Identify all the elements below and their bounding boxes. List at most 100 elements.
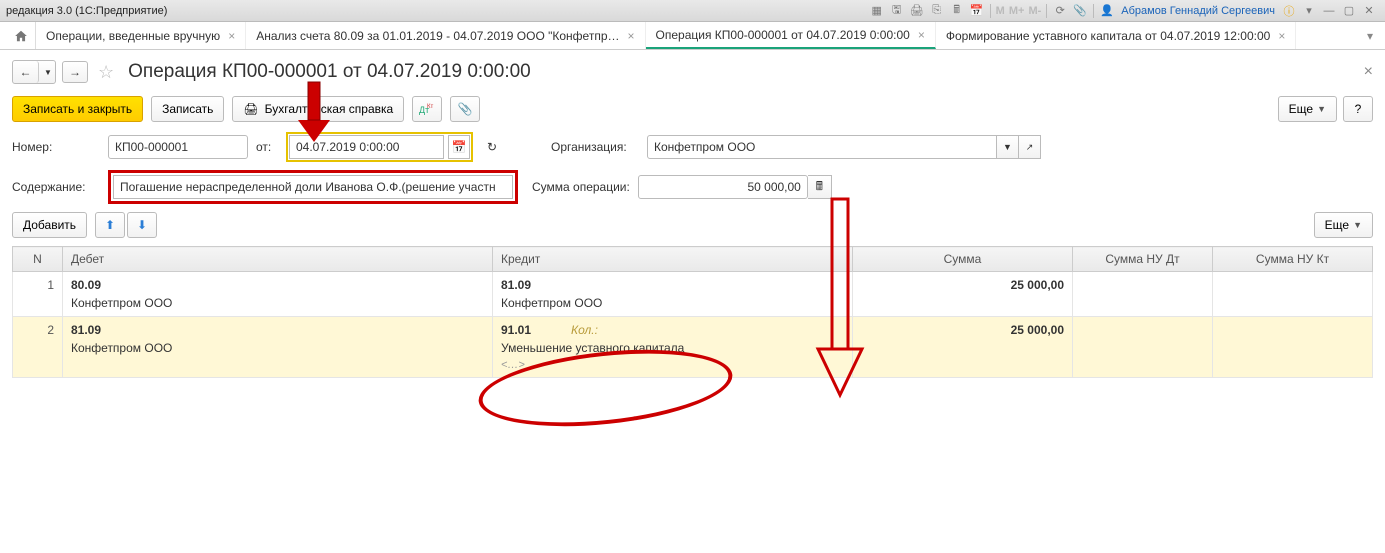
table-more-button[interactable]: Еще▼ <box>1314 212 1373 238</box>
more-button[interactable]: Еще ▼ <box>1278 96 1337 122</box>
sum-input[interactable]: 50 000,00 <box>638 175 808 199</box>
date-input[interactable]: 04.07.2019 0:00:00 <box>289 135 444 159</box>
debit-subconto: Конфетпром ООО <box>71 341 484 355</box>
dropdown-icon[interactable]: ▾ <box>1301 3 1317 19</box>
col-n[interactable]: N <box>13 247 63 272</box>
move-down-button[interactable]: ⬇ <box>127 212 157 238</box>
save-icon[interactable]: 🖫 <box>889 3 905 19</box>
calculator-icon[interactable]: 🖩 <box>949 3 965 19</box>
calculator-button[interactable]: 🖩 <box>808 175 832 199</box>
home-tab[interactable] <box>6 22 36 49</box>
nav-back-button[interactable]: ← <box>13 61 39 83</box>
reload-icon[interactable]: ⟳ <box>1052 3 1068 19</box>
save-and-close-button[interactable]: Записать и закрыть <box>12 96 143 122</box>
main-toolbar: Записать и закрыть Записать 🖨 Бухгалтерс… <box>12 96 1373 122</box>
table-toolbar: Добавить ⬆ ⬇ Еще▼ <box>12 212 1373 238</box>
col-credit[interactable]: Кредит <box>493 247 853 272</box>
save-button[interactable]: Записать <box>151 96 224 122</box>
accounting-report-button[interactable]: 🖨 Бухгалтерская справка <box>232 96 404 122</box>
tabs: Операции, введенные вручную × Анализ счет… <box>0 22 1385 50</box>
content-highlight: Погашение нераспределенной доли Иванова … <box>108 170 518 204</box>
move-up-button[interactable]: ⬆ <box>95 212 125 238</box>
entries-table: N Дебет Кредит Сумма Сумма НУ Дт Сумма Н… <box>12 246 1373 378</box>
calendar-icon[interactable]: 📅 <box>969 3 985 19</box>
attach-button[interactable]: 📎 <box>450 96 480 122</box>
info-icon[interactable]: ⓘ <box>1281 3 1297 19</box>
minimize-icon[interactable]: — <box>1321 3 1337 19</box>
svg-text:Кт: Кт <box>427 104 433 110</box>
maximize-icon[interactable]: ▢ <box>1341 3 1357 19</box>
tab-account-analysis[interactable]: Анализ счета 80.09 за 01.01.2019 - 04.07… <box>246 22 645 49</box>
col-sum-nu-dt[interactable]: Сумма НУ Дт <box>1073 247 1213 272</box>
table-row[interactable]: 2 81.09 Конфетпром ООО 91.01 Кол.: Умень… <box>13 317 1373 378</box>
date-refresh-button[interactable]: ↻ <box>481 135 503 159</box>
org-select[interactable]: Конфетпром ООО <box>647 135 997 159</box>
org-group: Организация: Конфетпром ООО ▼ ↗ <box>551 135 1041 159</box>
page-title: Операция КП00-000001 от 04.07.2019 0:00:… <box>128 61 531 83</box>
tab-label: Операции, введенные вручную <box>46 29 220 43</box>
add-row-button[interactable]: Добавить <box>12 212 87 238</box>
print-preview-icon[interactable]: ▦ <box>869 3 885 19</box>
current-user[interactable]: Абрамов Геннадий Сергеевич <box>1121 5 1275 17</box>
m-plus-button[interactable]: M+ <box>1009 5 1025 17</box>
close-tab-icon[interactable]: × <box>1278 29 1285 43</box>
close-tab-icon[interactable]: × <box>918 28 925 42</box>
m-minus-button[interactable]: M- <box>1028 5 1041 17</box>
org-open-button[interactable]: ↗ <box>1019 135 1041 159</box>
credit-subconto: Конфетпром ООО <box>501 296 844 310</box>
credit-account: 91.01 <box>501 323 531 337</box>
app-titlebar: редакция 3.0 (1С:Предприятие) ▦ 🖫 🖨 ⎘ 🖩 … <box>0 0 1385 22</box>
tab-operation-kp00[interactable]: Операция КП00-000001 от 04.07.2019 0:00:… <box>646 22 936 49</box>
nav-forward-button[interactable]: → <box>62 61 88 83</box>
attach-icon[interactable]: 📎 <box>1072 3 1088 19</box>
col-sum[interactable]: Сумма <box>853 247 1073 272</box>
close-tab-icon[interactable]: × <box>228 29 235 43</box>
table-header-row: N Дебет Кредит Сумма Сумма НУ Дт Сумма Н… <box>13 247 1373 272</box>
help-button[interactable]: ? <box>1343 96 1373 122</box>
tab-label: Формирование уставного капитала от 04.07… <box>946 29 1271 43</box>
favorite-icon[interactable]: ☆ <box>98 62 114 83</box>
number-label: Номер: <box>12 140 100 154</box>
org-label: Организация: <box>551 140 639 154</box>
form-row-content: Содержание: Погашение нераспределенной д… <box>12 170 1373 204</box>
chevron-down-icon: ▼ <box>1317 104 1326 114</box>
close-page-icon[interactable]: × <box>1364 63 1373 81</box>
tab-manual-operations[interactable]: Операции, введенные вручную × <box>36 22 246 49</box>
cell-sum-nu-dt[interactable] <box>1073 317 1213 378</box>
close-tab-icon[interactable]: × <box>628 29 635 43</box>
printer-icon: 🖨 <box>243 102 258 116</box>
cell-sum-nu-kt <box>1213 272 1373 317</box>
cell-sum-nu-dt <box>1073 272 1213 317</box>
col-sum-nu-kt[interactable]: Сумма НУ Кт <box>1213 247 1373 272</box>
dt-kt-button[interactable]: ДтКт <box>412 96 442 122</box>
tabs-overflow[interactable]: ▾ <box>1296 22 1379 49</box>
nav-back-forward: ← ▼ <box>12 60 56 84</box>
from-label: от: <box>256 140 278 154</box>
print-icon[interactable]: 🖨 <box>909 3 925 19</box>
button-label: Еще <box>1289 102 1313 116</box>
sum-label: Сумма операции: <box>532 180 630 194</box>
user-icon: 👤 <box>1099 3 1115 19</box>
cell-debit: 81.09 Конфетпром ООО <box>63 317 493 378</box>
m-button[interactable]: M <box>996 5 1005 17</box>
tab-label: Анализ счета 80.09 за 01.01.2019 - 04.07… <box>256 29 619 43</box>
paperclip-icon: 📎 <box>458 102 473 116</box>
debit-subconto: Конфетпром ООО <box>71 296 484 310</box>
home-icon <box>14 29 28 43</box>
cell-n: 2 <box>13 317 63 378</box>
table-row[interactable]: 1 80.09 Конфетпром ООО 81.09 Конфетпром … <box>13 272 1373 317</box>
credit-account: 81.09 <box>501 278 844 292</box>
nav-back-menu[interactable]: ▼ <box>41 61 55 83</box>
date-highlight: 04.07.2019 0:00:00 📅 <box>286 132 473 162</box>
calendar-picker-button[interactable]: 📅 <box>448 135 470 159</box>
col-debit[interactable]: Дебет <box>63 247 493 272</box>
debit-account: 80.09 <box>71 278 484 292</box>
page-header: ← ▼ → ☆ Операция КП00-000001 от 04.07.20… <box>12 60 1373 84</box>
tab-capital-formation[interactable]: Формирование уставного капитала от 04.07… <box>936 22 1297 49</box>
close-window-icon[interactable]: ✕ <box>1361 3 1377 19</box>
org-dropdown-button[interactable]: ▼ <box>997 135 1019 159</box>
cell-sum: 25 000,00 <box>853 272 1073 317</box>
compare-icon[interactable]: ⎘ <box>929 3 945 19</box>
number-input[interactable]: КП00-000001 <box>108 135 248 159</box>
content-input[interactable]: Погашение нераспределенной доли Иванова … <box>113 175 513 199</box>
